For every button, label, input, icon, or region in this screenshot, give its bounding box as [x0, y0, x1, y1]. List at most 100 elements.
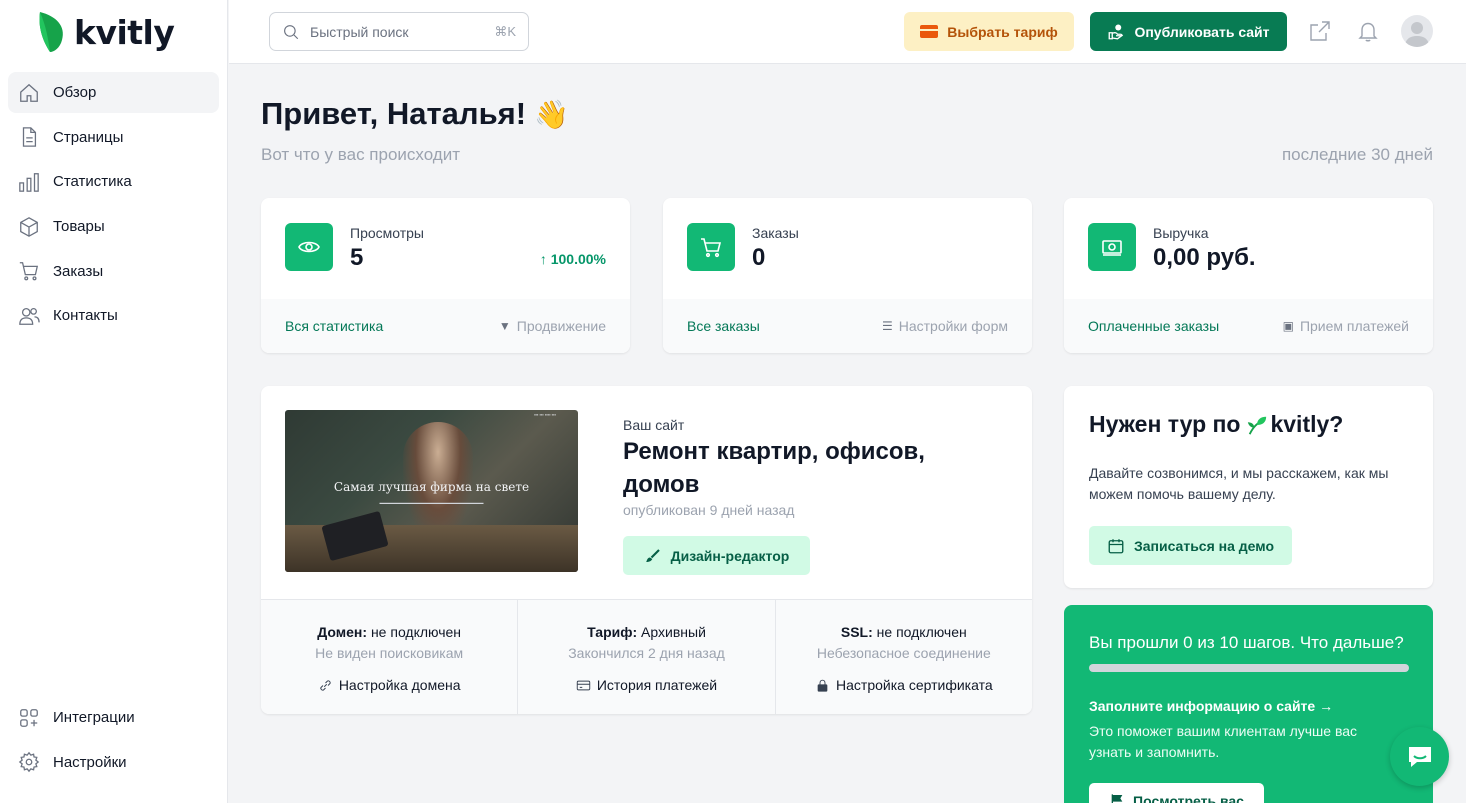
- avatar[interactable]: [1401, 15, 1433, 47]
- preview-subtitle: ▬▬▬▬▬▬▬▬▬▬▬▬▬▬▬▬▬▬▬▬▬▬▬▬▬▬: [379, 500, 484, 505]
- view-button-label: Посмотреть вас: [1133, 793, 1244, 803]
- top-bar: Быстрый поиск ⌘K Выбрать тариф Опубликов…: [229, 0, 1466, 64]
- brush-icon: [645, 548, 660, 562]
- all-statistics-link[interactable]: Вся статистика: [285, 318, 383, 334]
- choose-tariff-button[interactable]: Выбрать тариф: [904, 12, 1074, 51]
- design-editor-label: Дизайн-редактор: [670, 547, 790, 564]
- gear-icon: [18, 751, 40, 773]
- leaf-logo-icon: [39, 12, 63, 52]
- search-input[interactable]: Быстрый поиск ⌘K: [269, 12, 529, 51]
- sidebar-item-label: Контакты: [53, 307, 118, 325]
- sidebar-item-contacts[interactable]: Контакты: [8, 295, 219, 336]
- sidebar-item-label: Заказы: [53, 262, 104, 280]
- main-nav: Обзор Страницы Статистика Товары Заказы …: [8, 72, 219, 340]
- payments-link[interactable]: ▣ Прием платежей: [1283, 318, 1409, 334]
- site-name: Ремонт квартир, офисов, домов: [623, 438, 925, 498]
- tariff-sub: Закончился 2 дня назад: [568, 645, 725, 661]
- tour-title-prefix: Нужен тур по: [1089, 411, 1241, 437]
- payment-history-label: История платежей: [596, 677, 718, 693]
- hand-coin-icon: [1109, 24, 1124, 39]
- stat-label: Заказы: [752, 225, 799, 241]
- users-icon: [18, 305, 40, 327]
- tariff-status-title: Тариф: Архивный: [518, 624, 774, 640]
- design-editor-button[interactable]: Дизайн-редактор: [623, 536, 810, 575]
- brand-name: kvitly: [74, 12, 175, 52]
- ssl-value: не подключен: [872, 624, 967, 640]
- sidebar-item-settings[interactable]: Настройки: [8, 742, 219, 783]
- calendar-icon: [1108, 538, 1124, 553]
- sidebar-item-label: Статистика: [53, 173, 132, 191]
- stat-footer: Оплаченные заказы ▣ Прием платежей: [1064, 299, 1433, 353]
- payment-history-link[interactable]: История платежей: [518, 677, 774, 693]
- search-icon: [284, 24, 299, 39]
- ssl-settings-link[interactable]: Настройка сертификата: [776, 677, 1032, 693]
- bar-chart-icon: [18, 171, 40, 193]
- external-link-icon[interactable]: [1308, 19, 1332, 43]
- stat-card-orders: Заказы 0 Все заказы ☰ Настройки форм: [663, 198, 1032, 353]
- sidebar-item-products[interactable]: Товары: [8, 206, 219, 247]
- lock-icon: [817, 679, 828, 692]
- user-icon: [1405, 22, 1429, 47]
- stat-card-views: Просмотры 5 ↑ 100.00% Вся статистика ▼ Пр…: [261, 198, 630, 353]
- cart-icon: [18, 260, 40, 282]
- form-settings-link[interactable]: ☰ Настройки форм: [882, 318, 1008, 334]
- steps-title: Вы прошли 0 из 10 шагов. Что дальше?: [1089, 633, 1404, 652]
- secondary-nav: Интеграции Настройки: [8, 697, 219, 786]
- sidebar-item-label: Товары: [53, 218, 105, 236]
- ssl-settings-label: Настройка сертификата: [836, 677, 993, 693]
- domain-settings-label: Настройка домена: [338, 677, 461, 693]
- waving-hand-icon: 👋: [534, 98, 569, 130]
- preview-nav: ▪▪▪ ▪▪▪ ▪▪▪▪ ▪▪▪: [534, 412, 556, 417]
- bell-icon[interactable]: [1356, 19, 1380, 43]
- filter-icon: ▼: [498, 319, 511, 333]
- box-icon: [18, 216, 40, 238]
- sidebar-item-orders[interactable]: Заказы: [8, 251, 219, 292]
- page-subtitle: Вот что у вас происходит: [261, 145, 461, 164]
- tour-card: Нужен тур по kvitly? Давайте созвонимся,…: [1064, 386, 1433, 588]
- publish-site-button[interactable]: Опубликовать сайт: [1090, 12, 1287, 51]
- steps-description: Это поможет вашим клиентам лучше вас узн…: [1089, 723, 1358, 760]
- sidebar-item-overview[interactable]: Обзор: [8, 72, 219, 113]
- stat-footer: Вся статистика ▼ Продвижение: [261, 299, 630, 353]
- sidebar-item-label: Обзор: [53, 84, 97, 101]
- paid-orders-link[interactable]: Оплаченные заказы: [1088, 318, 1219, 334]
- stat-label: Просмотры: [350, 225, 424, 241]
- sidebar-item-label: Настройки: [53, 753, 127, 771]
- promotion-label: Продвижение: [516, 318, 606, 334]
- site-preview-image[interactable]: ▪▪▪ ▪▪▪ ▪▪▪▪ ▪▪▪ Самая лучшая фирма на с…: [285, 410, 578, 572]
- logo[interactable]: kvitly: [36, 10, 175, 54]
- link-icon: [320, 679, 331, 691]
- tour-text: Давайте созвонимся, и мы расскажем, как …: [1089, 465, 1389, 502]
- domain-settings-link[interactable]: Настройка домена: [261, 677, 517, 693]
- domain-status: Домен: не подключен Не виден поисковикам…: [261, 600, 519, 714]
- cash-icon: ▣: [1282, 319, 1294, 333]
- ssl-status: SSL: не подключен Небезопасное соединени…: [776, 600, 1032, 714]
- home-icon: [18, 82, 40, 104]
- book-demo-button[interactable]: Записаться на демо: [1089, 526, 1292, 565]
- cart-icon: [687, 223, 735, 271]
- promotion-link[interactable]: ▼ Продвижение: [499, 318, 606, 334]
- greeting-text: Привет, Наталья!: [261, 96, 527, 131]
- database-icon: ☰: [881, 319, 893, 333]
- sidebar-item-statistics[interactable]: Статистика: [8, 161, 219, 202]
- stat-value: 0,00 руб.: [1153, 244, 1256, 271]
- sidebar-item-pages[interactable]: Страницы: [8, 117, 219, 158]
- flag-icon: [1111, 794, 1123, 803]
- choose-tariff-label: Выбрать тариф: [947, 23, 1058, 40]
- search-placeholder: Быстрый поиск: [310, 23, 409, 40]
- domain-key: Домен:: [317, 624, 368, 640]
- onboarding-steps-card: Вы прошли 0 из 10 шагов. Что дальше? Зап…: [1064, 605, 1433, 803]
- credit-card-icon: [920, 25, 939, 38]
- fill-site-info-link[interactable]: Заполните информацию о сайте →: [1089, 698, 1333, 714]
- search-shortcut: ⌘K: [494, 23, 516, 39]
- chat-button[interactable]: [1390, 727, 1449, 786]
- view-button[interactable]: Посмотреть вас: [1089, 783, 1264, 803]
- all-orders-link[interactable]: Все заказы: [687, 318, 760, 334]
- sidebar-item-integrations[interactable]: Интеграции: [8, 697, 219, 738]
- site-kind-label: Ваш сайт: [623, 417, 685, 433]
- integrations-icon: [18, 707, 40, 729]
- ssl-key: SSL:: [840, 624, 873, 640]
- domain-value: не подключен: [367, 624, 462, 640]
- form-settings-label: Настройки форм: [898, 318, 1008, 334]
- page-title: Привет, Наталья! 👋: [261, 96, 569, 132]
